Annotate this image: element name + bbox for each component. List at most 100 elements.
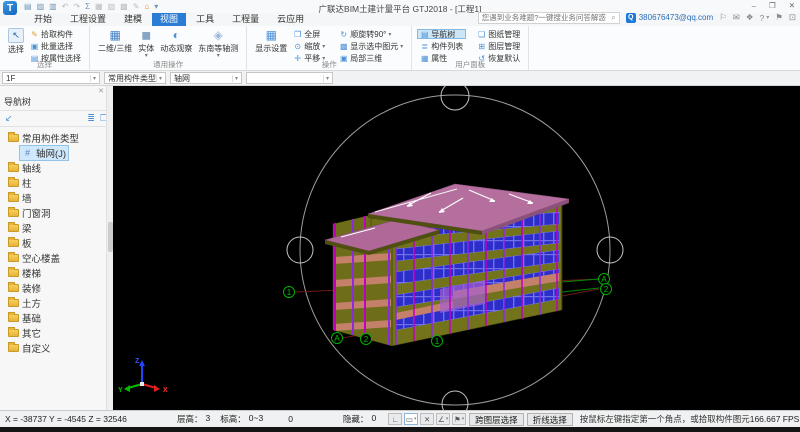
zoom-button[interactable]: ⊙ 缩放 ▾ — [290, 41, 328, 51]
category-value: 常用构件类型 — [108, 73, 156, 83]
view-grid1-icon[interactable]: ▦ — [95, 2, 103, 11]
fullscreen-button[interactable]: ❒ 全屏 — [290, 29, 328, 39]
view-grid3-icon[interactable]: ▩ — [120, 2, 128, 11]
app-logo[interactable]: T — [3, 1, 17, 15]
tree-item-finishes[interactable]: 装修 — [0, 280, 113, 295]
batch-select-button[interactable]: ▣ 批量选择 — [27, 41, 84, 51]
rotate-90-button[interactable]: ↻ 顺旋转90° ▾ — [336, 29, 406, 39]
list-view-icon[interactable]: ≣ — [87, 113, 95, 124]
restore-button[interactable]: ❐ — [769, 1, 776, 10]
tab-project-settings[interactable]: 工程设置 — [62, 13, 114, 26]
home-icon[interactable]: ⌂ — [144, 2, 149, 11]
more-icon[interactable]: ▾ — [154, 2, 158, 11]
tree-item-openings[interactable]: 门窗洞 — [0, 205, 113, 220]
orbit-button[interactable]: ◐ 动态观察 — [160, 28, 192, 60]
show-selected-caret-icon: ▾ — [400, 43, 404, 50]
category-dropdown[interactable]: 常用构件类型 ▾ — [104, 72, 166, 84]
tree-item-columns[interactable]: 柱 — [0, 175, 113, 190]
tree-item-label: 轴网(J) — [36, 148, 67, 160]
store-icon[interactable]: ⚑ — [775, 12, 783, 23]
tree-item-label: 其它 — [22, 328, 42, 340]
angle-snap-icon[interactable]: ∠ ▾ — [436, 413, 451, 425]
marker-icon[interactable]: ⚑ ▾ — [452, 413, 467, 425]
pick-element-button[interactable]: ✎ 拾取构件 — [27, 29, 84, 39]
search-icon[interactable]: ⌕ — [611, 13, 615, 23]
display-settings-button[interactable]: ▦ 显示设置 — [255, 28, 287, 60]
se-isometric-caret-icon: ▾ — [216, 53, 220, 59]
gift-icon[interactable]: ❖ — [746, 12, 754, 23]
element-type-dropdown[interactable]: 轴网 ▾ — [170, 72, 242, 84]
solid-button[interactable]: ◼ 实体 ▾ — [138, 28, 154, 60]
3d-viewport-canvas[interactable]: 1 A 2 1 A 2 Z Y X — [113, 86, 800, 410]
minimize-button[interactable]: – — [752, 1, 756, 10]
floor-value: 1F — [6, 73, 16, 83]
tree-item-slabs[interactable]: 板 — [0, 235, 113, 250]
open-icon[interactable]: ▨ — [37, 2, 45, 11]
3d-viewport[interactable]: 1 A 2 1 A 2 Z Y X — [113, 86, 800, 410]
draw-icon[interactable]: ✎ — [133, 2, 140, 11]
panel-close-icon[interactable]: ✕ — [98, 87, 104, 95]
view-2d3d-button[interactable]: ▦ 二维/三维 — [98, 28, 132, 60]
layer-manager-button[interactable]: ⊞ 图层管理 — [474, 41, 523, 51]
search-input[interactable] — [481, 13, 612, 22]
help-icon[interactable]: ? — [760, 13, 765, 23]
pin-panel-icon[interactable]: ↙ — [5, 113, 13, 124]
tree-item-foundation[interactable]: 基础 — [0, 310, 113, 325]
navigation-tree-button[interactable]: ▤ 导航树 — [417, 29, 467, 39]
tree-item-axis-grid[interactable]: # 轴网(J) — [0, 144, 113, 161]
undo-icon[interactable]: ↶ — [62, 2, 69, 11]
tree-item-stairs[interactable]: 楼梯 — [0, 265, 113, 280]
polyline-select-button[interactable]: 折线选择 — [526, 412, 573, 426]
layer-manager-icon: ⊞ — [478, 41, 486, 51]
message-icon[interactable]: ✉ — [733, 12, 740, 23]
cross-layer-select-button[interactable]: 跨图层选择 — [469, 412, 524, 426]
folder-icon — [8, 176, 19, 187]
tab-start[interactable]: 开始 — [26, 13, 60, 26]
navigation-tree-panel: ✕ 导航树 ↙ ≣ ❐ 常用构件类型 # 轴网(J) 轴线 柱 墙 门窗洞 梁 板… — [0, 86, 113, 410]
drawing-manager-button[interactable]: ❏ 图纸管理 — [474, 29, 523, 39]
folder-icon — [8, 161, 19, 172]
account-chip[interactable]: Q 380676473@qq.com — [625, 12, 713, 23]
se-isometric-button[interactable]: ◈ 东南等轴测 ▾ — [198, 28, 238, 60]
theme-icon[interactable]: ⊡ — [789, 12, 796, 23]
hidden-count-value: 0 — [371, 413, 377, 423]
select-button[interactable]: ↖ 选择 — [8, 28, 24, 60]
save-icon[interactable]: ▥ — [49, 2, 57, 11]
tree-item-walls[interactable]: 墙 — [0, 190, 113, 205]
tab-cloud-apps[interactable]: 云应用 — [269, 13, 312, 26]
close-button[interactable]: ✕ — [789, 1, 795, 10]
ucs-icon[interactable]: ∟ — [388, 413, 403, 425]
show-selected-button[interactable]: ▩ 显示选中图元 ▾ — [336, 41, 406, 51]
tab-quantities[interactable]: 工程量 — [224, 13, 267, 26]
element-name-dropdown[interactable]: ▾ — [246, 72, 333, 84]
element-list-button[interactable]: ≣ 构件列表 — [417, 41, 466, 51]
tree-item-common-types[interactable]: 常用构件类型 — [0, 130, 113, 145]
window-title: 广联达BIM土建计量平台 GTJ2018 - [工程1] — [318, 4, 482, 14]
building-model[interactable] — [323, 183, 570, 347]
tab-view[interactable]: 视图 — [152, 13, 187, 26]
tree-item-hollow-floor[interactable]: 空心楼盖 — [0, 250, 113, 265]
marker-glyph: ⚑ — [454, 414, 461, 424]
tree-item-label: 装修 — [22, 283, 42, 295]
rect-select-icon[interactable]: ▭ ▾ — [404, 413, 419, 425]
sum-icon[interactable]: Σ — [85, 2, 90, 11]
tree-item-axis-lines[interactable]: 轴线 — [0, 160, 113, 175]
fullscreen-icon: ❒ — [294, 29, 302, 39]
tab-modeling[interactable]: 建模 — [116, 13, 150, 26]
tree-item-beams[interactable]: 梁 — [0, 220, 113, 235]
view-2d3d-label: 二维/三维 — [98, 44, 133, 53]
floor-dropdown[interactable]: 1F ▾ — [2, 72, 100, 84]
help-search-box[interactable]: ⌕ — [477, 11, 620, 24]
notification-icon[interactable]: ⚐ — [719, 12, 727, 23]
cross-snap-icon[interactable]: ✕ — [420, 413, 435, 425]
tab-tools[interactable]: 工具 — [188, 13, 222, 26]
tree-item-others[interactable]: 其它 — [0, 325, 113, 340]
view-grid2-icon[interactable]: ▧ — [108, 2, 116, 11]
tree-item-earthwork[interactable]: 土方 — [0, 295, 113, 310]
redo-icon[interactable]: ↷ — [73, 2, 80, 11]
sidebar-scrollbar[interactable] — [106, 86, 113, 410]
tree-item-label: 基础 — [22, 313, 42, 325]
tree-item-custom[interactable]: 自定义 — [0, 340, 113, 355]
new-icon[interactable]: ▤ — [24, 2, 32, 11]
folder-icon — [8, 236, 19, 247]
